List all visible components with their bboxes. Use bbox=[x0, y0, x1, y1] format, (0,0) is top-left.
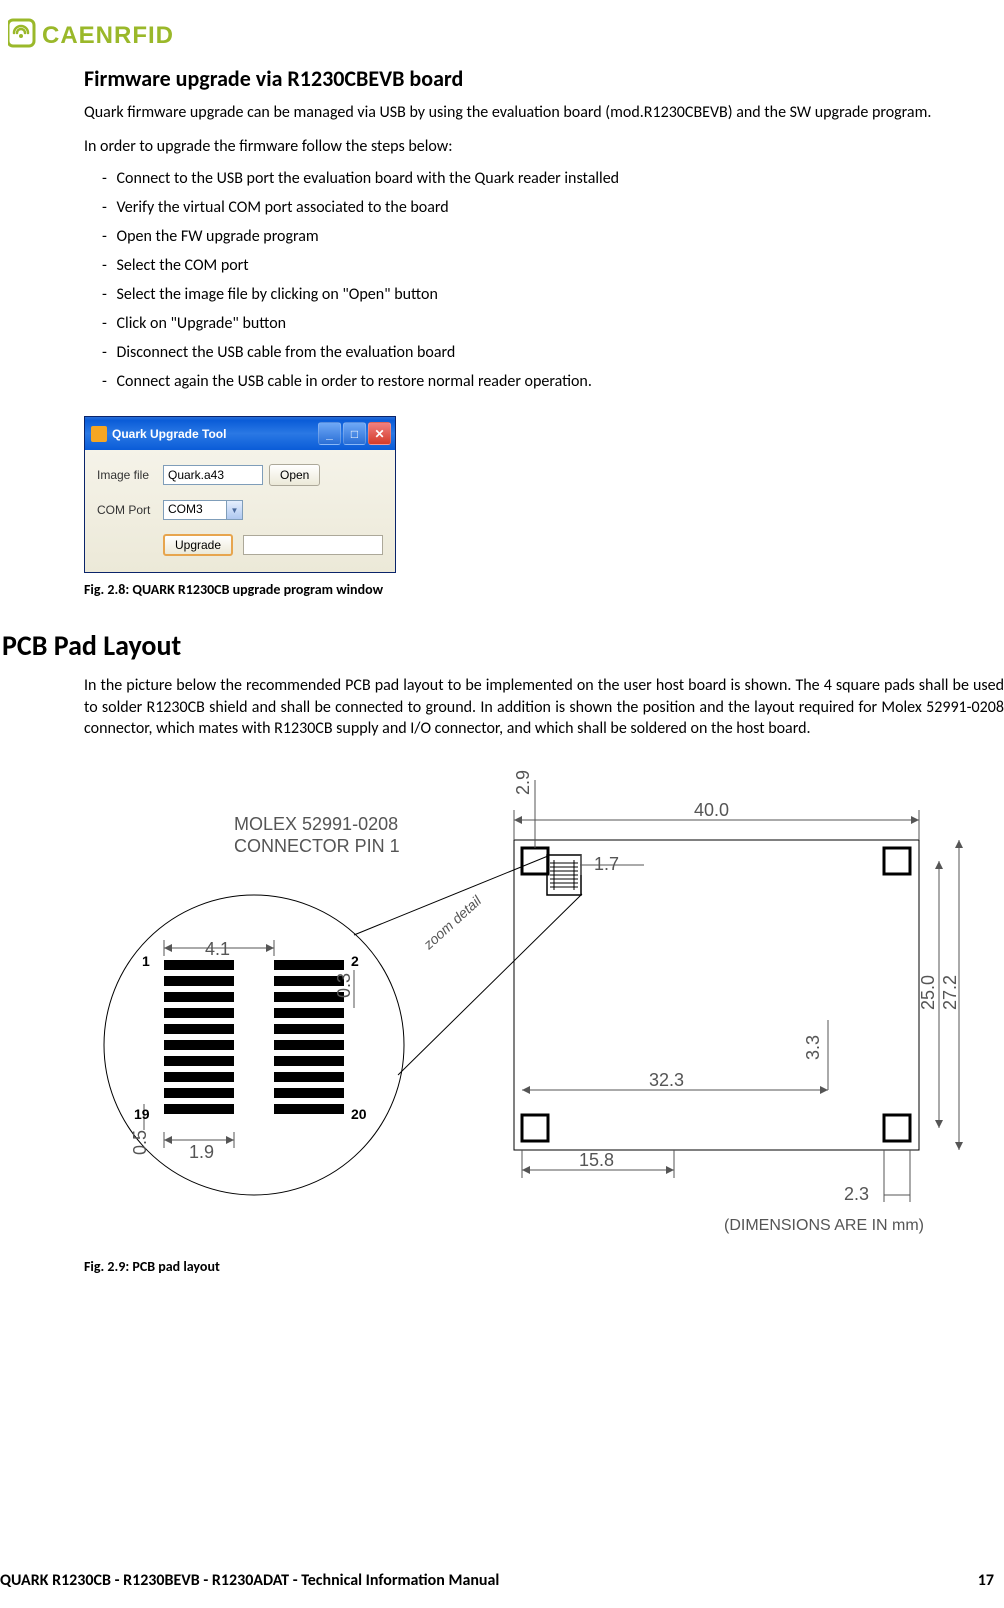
progress-bar bbox=[243, 535, 383, 555]
step-item: Connect to the USB port the evaluation b… bbox=[114, 169, 1004, 188]
upgrade-button[interactable]: Upgrade bbox=[163, 534, 233, 556]
pcb-intro: In the picture below the recommended PCB… bbox=[84, 675, 1004, 740]
image-file-input[interactable] bbox=[163, 465, 263, 485]
step-item: Connect again the USB cable in order to … bbox=[114, 372, 1004, 391]
com-port-label: COM Port bbox=[97, 503, 157, 517]
minimize-button[interactable]: _ bbox=[318, 422, 341, 445]
dim-4-1: 4.1 bbox=[205, 939, 230, 959]
image-file-label: Image file bbox=[97, 468, 157, 482]
figure-2-8-caption: Fig. 2.8: QUARK R1230CB upgrade program … bbox=[84, 581, 1004, 598]
section-pcb-title: PCB Pad Layout bbox=[2, 628, 1004, 663]
dim-15-8: 15.8 bbox=[579, 1150, 614, 1170]
open-button[interactable]: Open bbox=[269, 464, 320, 486]
pin-20-label: 20 bbox=[351, 1106, 367, 1122]
step-item: Verify the virtual COM port associated t… bbox=[114, 198, 1004, 217]
chevron-down-icon[interactable]: ▼ bbox=[226, 500, 243, 520]
pcb-pad-layout-diagram: MOLEX 52991-0208 CONNECTOR PIN 1 4.1 0.3… bbox=[84, 760, 964, 1250]
com-port-value: COM3 bbox=[163, 500, 226, 520]
step-item: Open the FW upgrade program bbox=[114, 227, 1004, 246]
dim-3-3: 3.3 bbox=[803, 1035, 823, 1060]
step-item: Select the image file by clicking on "Op… bbox=[114, 285, 1004, 304]
step-item: Click on "Upgrade" button bbox=[114, 314, 1004, 333]
connector-label-2: CONNECTOR PIN 1 bbox=[234, 836, 400, 856]
upgrade-tool-window: Quark Upgrade Tool _ □ ✕ Image file Open… bbox=[84, 416, 396, 573]
step-item: Select the COM port bbox=[114, 256, 1004, 275]
dim-1-9: 1.9 bbox=[189, 1142, 214, 1162]
footer-document-title: QUARK R1230CB - R1230BEVB - R1230ADAT - … bbox=[0, 1571, 499, 1590]
section-firmware-title: Firmware upgrade via R1230CBEVB board bbox=[84, 65, 1004, 92]
figure-2-9-caption: Fig. 2.9: PCB pad layout bbox=[84, 1258, 1004, 1275]
units-note: (DIMENSIONS ARE IN mm) bbox=[724, 1217, 924, 1234]
firmware-intro-1: Quark firmware upgrade can be managed vi… bbox=[84, 102, 1004, 124]
window-title: Quark Upgrade Tool bbox=[112, 427, 313, 441]
dim-40-0: 40.0 bbox=[694, 800, 729, 820]
app-icon bbox=[91, 426, 107, 442]
page-number: 17 bbox=[978, 1571, 994, 1590]
step-item: Disconnect the USB cable from the evalua… bbox=[114, 343, 1004, 362]
dim-0-5: 0.5 bbox=[130, 1130, 150, 1155]
maximize-button[interactable]: □ bbox=[343, 422, 366, 445]
connector-label-1: MOLEX 52991-0208 bbox=[234, 814, 398, 834]
pin-19-label: 19 bbox=[134, 1106, 150, 1122]
dim-2-9: 2.9 bbox=[513, 770, 533, 795]
pin-1-label: 1 bbox=[142, 953, 150, 969]
pin-2-label: 2 bbox=[351, 953, 359, 969]
firmware-intro-2: In order to upgrade the firmware follow … bbox=[84, 136, 1004, 158]
dim-32-3: 32.3 bbox=[649, 1070, 684, 1090]
brand-text: CAENRFID bbox=[42, 22, 174, 49]
brand-logo: CAENRFID bbox=[8, 18, 1004, 55]
com-port-select[interactable]: COM3 ▼ bbox=[163, 500, 243, 520]
dim-2-3: 2.3 bbox=[844, 1184, 869, 1204]
zoom-detail-label: zoom detail bbox=[420, 892, 485, 953]
dim-1-7: 1.7 bbox=[594, 854, 619, 874]
dim-27-2: 27.2 bbox=[940, 975, 960, 1010]
close-button[interactable]: ✕ bbox=[368, 422, 391, 445]
dim-0-3: 0.3 bbox=[334, 973, 354, 998]
dim-25-0: 25.0 bbox=[918, 975, 938, 1010]
window-titlebar: Quark Upgrade Tool _ □ ✕ bbox=[85, 417, 395, 450]
firmware-steps: Connect to the USB port the evaluation b… bbox=[114, 169, 1004, 391]
